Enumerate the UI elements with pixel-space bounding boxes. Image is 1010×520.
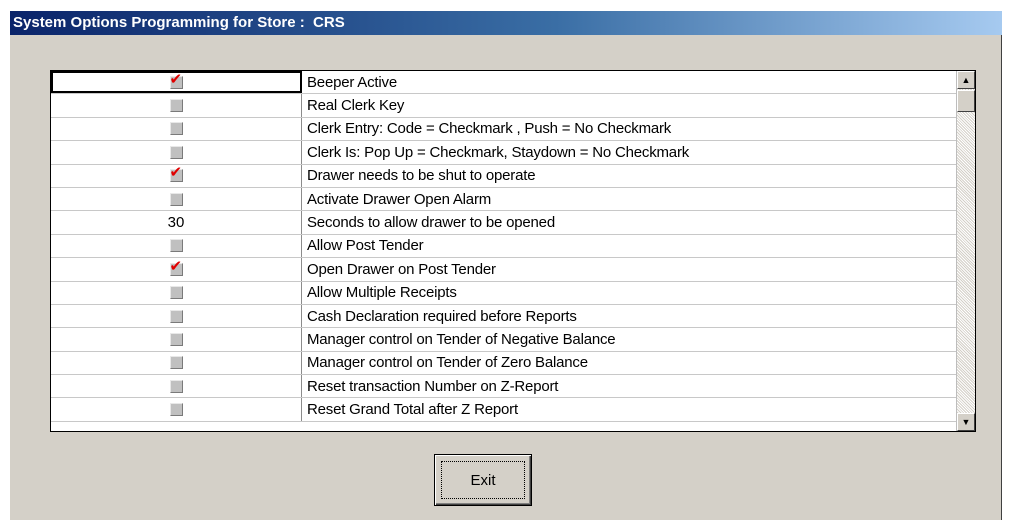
scroll-up-button[interactable]: ▲ — [957, 71, 975, 89]
option-label: Allow Multiple Receipts — [307, 284, 457, 302]
option-checkbox[interactable] — [169, 145, 183, 159]
checkmark-icon: ✔ — [169, 256, 183, 275]
option-checkbox[interactable] — [169, 356, 183, 370]
option-checkbox[interactable]: ✔ — [169, 258, 183, 276]
checkmark-icon: ✔ — [169, 163, 183, 182]
option-row[interactable]: Manager control on Tender of Zero Balanc… — [51, 351, 956, 376]
option-checkbox[interactable] — [169, 286, 183, 300]
option-label: Reset Grand Total after Z Report — [307, 401, 518, 419]
system-options-window: System Options Programming for Store : C… — [9, 10, 1002, 520]
option-row[interactable]: ✔ Beeper Active — [51, 71, 956, 95]
option-checkbox[interactable] — [169, 239, 183, 253]
option-number-value[interactable]: 30 — [168, 214, 185, 231]
option-label: Cash Declaration required before Reports — [307, 307, 577, 325]
option-checkbox[interactable] — [169, 379, 183, 393]
option-value-cell[interactable] — [51, 187, 302, 211]
option-row[interactable]: Allow Post Tender — [51, 234, 956, 259]
option-row[interactable]: Allow Multiple Receipts — [51, 281, 956, 305]
option-value-cell[interactable] — [51, 375, 302, 398]
option-checkbox[interactable] — [169, 99, 183, 113]
option-label: Clerk Entry: Code = Checkmark , Push = N… — [307, 120, 672, 138]
option-value-cell[interactable] — [51, 328, 302, 351]
option-checkbox[interactable] — [169, 192, 183, 206]
option-row[interactable]: 30 Seconds to allow drawer to be opened — [51, 211, 956, 235]
option-label: Manager control on Tender of Zero Balanc… — [307, 354, 588, 372]
option-row[interactable]: Reset Grand Total after Z Report — [51, 398, 956, 422]
option-checkbox[interactable]: ✔ — [169, 71, 183, 89]
option-value-cell[interactable] — [51, 234, 302, 258]
options-list: ✔ Beeper Active Real Clerk Key Clerk Entry:… — [51, 71, 956, 431]
option-value-cell[interactable] — [51, 94, 302, 117]
option-checkbox[interactable] — [169, 122, 183, 136]
option-value-cell[interactable] — [51, 281, 302, 304]
checkmark-icon: ✔ — [169, 71, 183, 88]
option-row[interactable]: Activate Drawer Open Alarm — [51, 187, 956, 212]
option-row[interactable]: Manager control on Tender of Negative Ba… — [51, 328, 956, 352]
option-row[interactable]: Clerk Is: Pop Up = Checkmark, Staydown =… — [51, 141, 956, 165]
option-value-cell[interactable] — [51, 398, 302, 421]
option-label: Allow Post Tender — [307, 237, 424, 255]
option-label: Drawer needs to be shut to operate — [307, 167, 536, 185]
scroll-up-arrow-icon: ▲ — [961, 75, 971, 85]
scrollbar-thumb[interactable] — [957, 90, 975, 112]
option-checkbox[interactable] — [169, 332, 183, 346]
option-label: Manager control on Tender of Negative Ba… — [307, 330, 616, 348]
option-row[interactable]: ✔ Drawer needs to be shut to operate — [51, 164, 956, 188]
options-grid: ✔ Beeper Active Real Clerk Key Clerk Entry:… — [50, 70, 976, 432]
option-value-cell[interactable] — [51, 141, 302, 164]
option-label: Beeper Active — [307, 73, 397, 91]
option-label: Reset transaction Number on Z-Report — [307, 377, 559, 395]
option-label: Activate Drawer Open Alarm — [307, 190, 492, 208]
option-value-cell[interactable]: ✔ — [51, 164, 302, 187]
option-value-cell[interactable] — [51, 304, 302, 328]
option-row[interactable]: Real Clerk Key — [51, 94, 956, 118]
option-checkbox[interactable]: ✔ — [169, 165, 183, 183]
option-label: Seconds to allow drawer to be opened — [307, 214, 555, 232]
option-value-cell[interactable] — [51, 117, 302, 141]
exit-button[interactable]: Exit — [434, 454, 532, 506]
option-value-cell[interactable]: ✔ — [51, 71, 302, 94]
option-label: Real Clerk Key — [307, 97, 405, 115]
option-row[interactable]: Reset transaction Number on Z-Report — [51, 375, 956, 399]
option-checkbox[interactable] — [169, 309, 183, 323]
scroll-down-button[interactable]: ▼ — [957, 413, 975, 431]
option-row[interactable]: Clerk Entry: Code = Checkmark , Push = N… — [51, 117, 956, 142]
window-title: System Options Programming for Store : C… — [10, 11, 1002, 35]
option-checkbox[interactable] — [169, 403, 183, 417]
option-label: Clerk Is: Pop Up = Checkmark, Staydown =… — [307, 143, 690, 161]
focus-rectangle — [441, 461, 525, 499]
option-label: Open Drawer on Post Tender — [307, 260, 496, 278]
option-value-cell[interactable]: 30 — [51, 211, 302, 234]
option-row[interactable]: ✔ Open Drawer on Post Tender — [51, 258, 956, 282]
option-value-cell[interactable]: ✔ — [51, 258, 302, 281]
option-row[interactable]: Cash Declaration required before Reports — [51, 304, 956, 329]
option-value-cell[interactable] — [51, 351, 302, 375]
vertical-scrollbar[interactable]: ▲ ▼ — [956, 71, 975, 431]
scroll-down-arrow-icon: ▼ — [961, 417, 971, 427]
